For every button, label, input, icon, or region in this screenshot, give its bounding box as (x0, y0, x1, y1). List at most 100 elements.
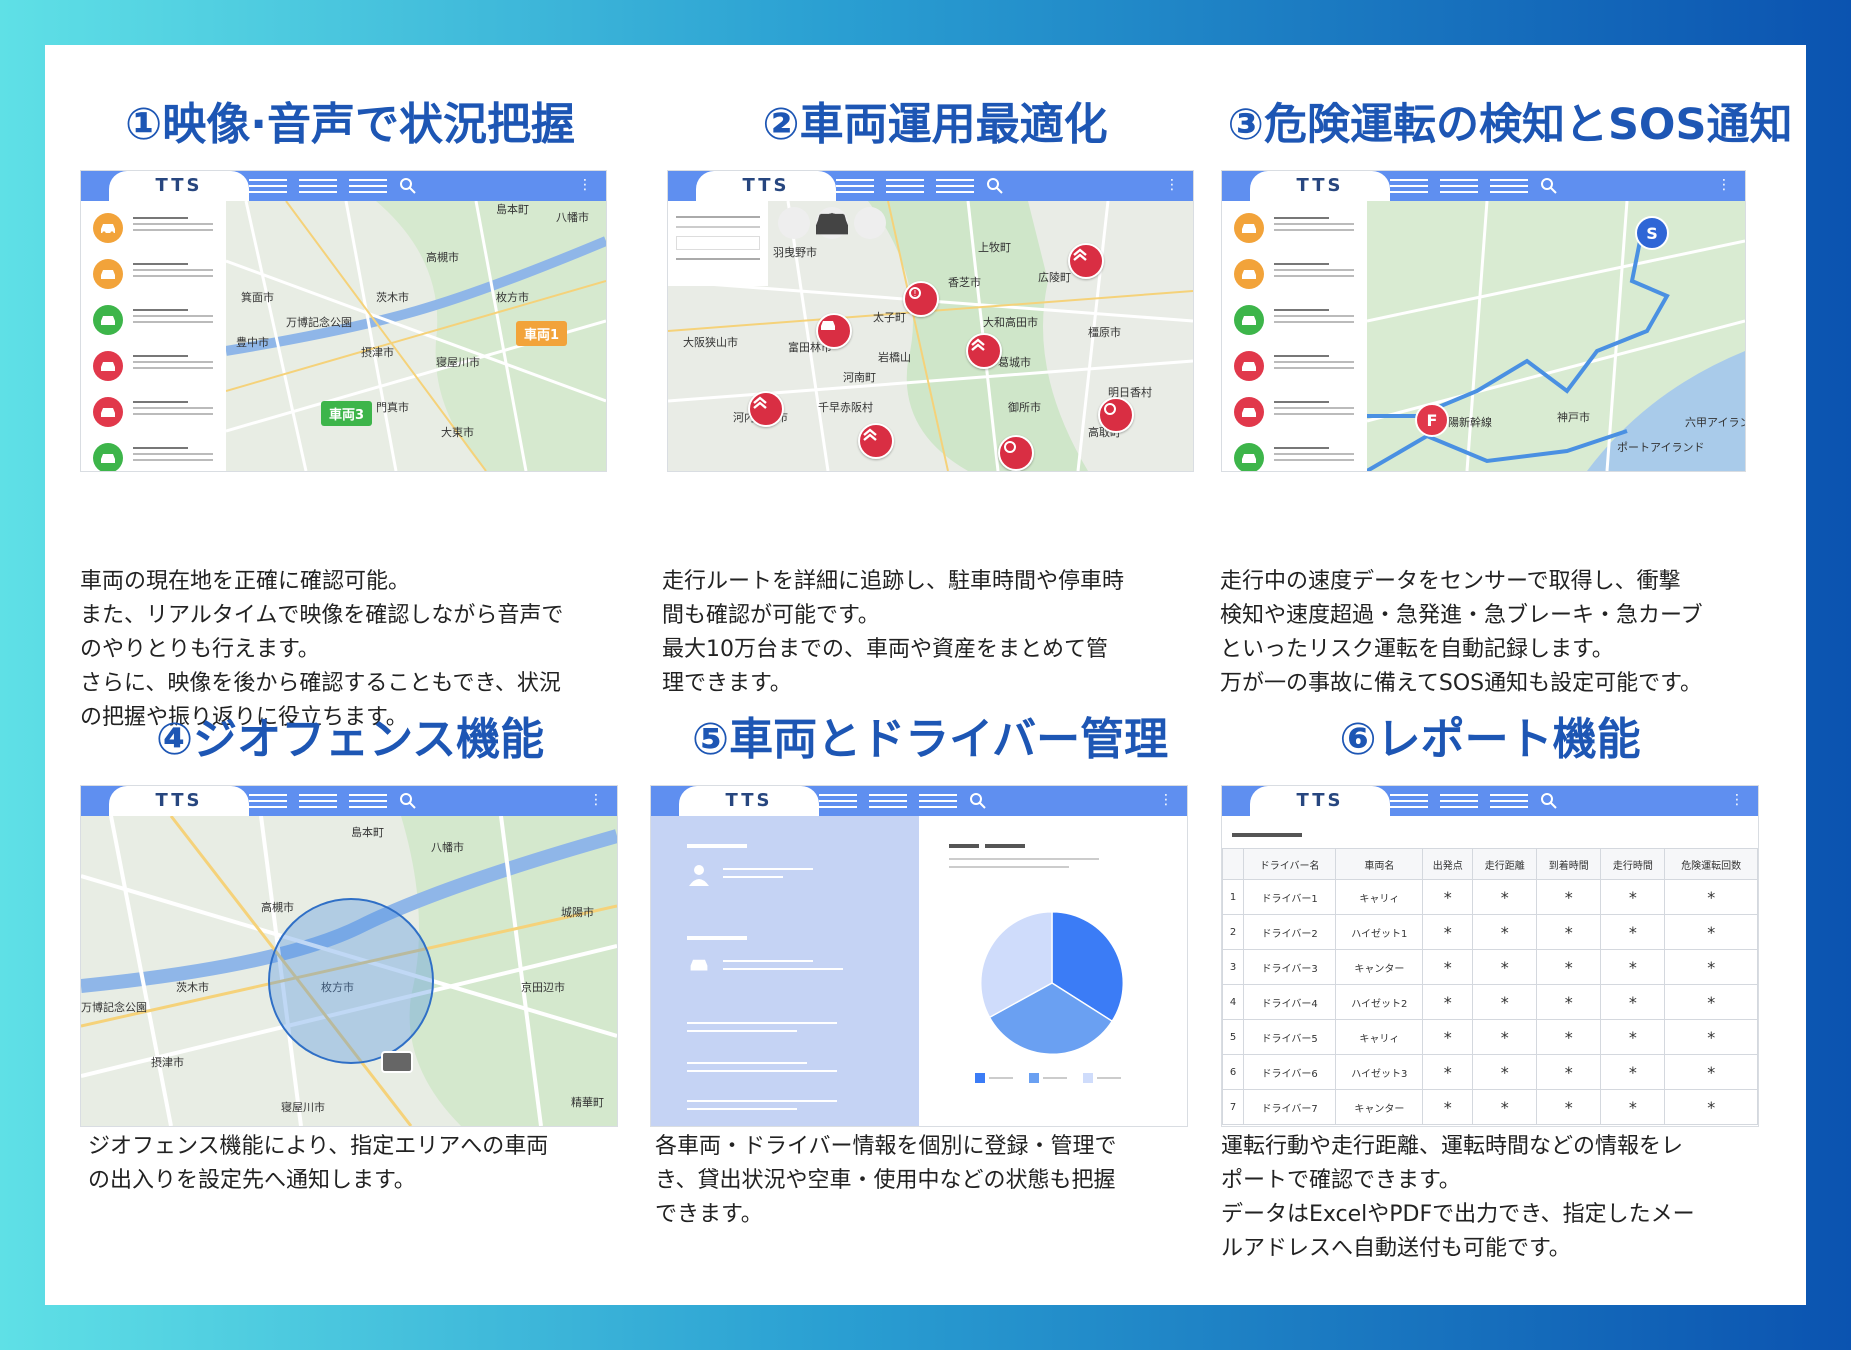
map-filter-buttons (778, 207, 886, 239)
column-header[interactable]: 到着時間 (1536, 848, 1602, 880)
value-cell: * (1536, 879, 1602, 915)
search-icon[interactable] (1540, 792, 1557, 809)
more-icon[interactable]: ⋮ (1165, 177, 1179, 193)
more-icon[interactable]: ⋮ (1159, 792, 1173, 808)
row-number: 6 (1222, 1054, 1244, 1090)
car-icon[interactable] (1234, 213, 1264, 243)
feature-4-screenshot: TTS ⋮ 島本町 八幡市 高槻市 枚方市 茨木市 (80, 785, 618, 1127)
acceleration-pin[interactable] (1068, 243, 1104, 279)
map[interactable]: 島本町 八幡市 高槻市 枚方市 茨木市 京田辺市 城陽市 万博記念公園 摂津市 … (81, 816, 617, 1126)
search-icon[interactable] (1540, 177, 1557, 194)
search-icon[interactable] (399, 792, 416, 809)
menu-icon[interactable] (299, 794, 337, 808)
value-cell: * (1664, 1054, 1758, 1090)
car-icon[interactable] (93, 213, 123, 243)
menu-icon[interactable] (886, 179, 924, 193)
menu-icon[interactable] (249, 179, 287, 193)
menu-icon[interactable] (1490, 794, 1528, 808)
row-number: 4 (1222, 984, 1244, 1020)
vehicle-name-cell: キャンター (1335, 1089, 1424, 1125)
menu-icon[interactable] (1390, 794, 1428, 808)
menu-icon[interactable] (1490, 179, 1528, 193)
menu-icon[interactable] (819, 794, 857, 808)
feature-4-title: ④ジオフェンス機能 (155, 714, 545, 765)
table-row[interactable]: 1 ドライバー1 キャリィ * * * * * (1222, 879, 1758, 915)
column-header[interactable]: 車両名 (1335, 848, 1424, 880)
svg-text:香芝市: 香芝市 (948, 275, 981, 289)
table-row[interactable]: 6 ドライバー6 ハイゼット3 * * * * * (1222, 1054, 1758, 1090)
table-row[interactable]: 5 ドライバー5 キャリィ * * * * * (1222, 1019, 1758, 1055)
brake-pin[interactable] (998, 435, 1034, 471)
column-header[interactable]: 走行距離 (1472, 848, 1538, 880)
car-icon[interactable] (93, 305, 123, 335)
menu-icon[interactable] (1390, 179, 1428, 193)
menu-icon[interactable] (869, 794, 907, 808)
sos-start-pin[interactable]: S (1635, 216, 1669, 250)
brake-pin[interactable] (1098, 397, 1134, 433)
svg-text:御所市: 御所市 (1008, 400, 1041, 414)
car-icon[interactable] (1234, 397, 1264, 427)
table-row[interactable]: 7 ドライバー7 キャンター * * * * * (1222, 1089, 1758, 1125)
value-cell: * (1600, 914, 1666, 950)
value-cell: * (1664, 984, 1758, 1020)
menu-icon[interactable] (349, 179, 387, 193)
more-icon[interactable]: ⋮ (578, 177, 592, 193)
car-pin[interactable] (816, 313, 852, 349)
car-icon[interactable] (816, 207, 886, 239)
more-icon[interactable]: ⋮ (1730, 792, 1744, 808)
menu-icon[interactable] (349, 794, 387, 808)
search-icon[interactable] (986, 177, 1003, 194)
svg-text:島本町: 島本町 (496, 202, 529, 216)
svg-text:茨木市: 茨木市 (176, 980, 209, 994)
brake-pin[interactable]: ! (903, 281, 939, 317)
menu-icon[interactable] (1440, 179, 1478, 193)
car-icon[interactable] (1234, 305, 1264, 335)
search-icon[interactable] (399, 177, 416, 194)
search-icon[interactable] (969, 792, 986, 809)
menu-icon[interactable] (1440, 794, 1478, 808)
menu-icon[interactable] (936, 179, 974, 193)
feature-5-screenshot: TTS ⋮ (650, 785, 1188, 1127)
tts-logo: TTS (1250, 786, 1390, 816)
car-icon[interactable] (93, 351, 123, 381)
car-icon[interactable] (93, 259, 123, 289)
table-row[interactable]: 3 ドライバー3 キャンター * * * * * (1222, 949, 1758, 985)
map[interactable]: 羽曳野市 上牧町 広陵町 香芝市 太子町 大和高田市 大阪狭山市 富田林市 河南… (668, 201, 1193, 471)
car-icon[interactable] (1234, 351, 1264, 381)
map[interactable]: 神戸市 六甲アイランド ポートアイランド 山陽新幹線 S F (1367, 201, 1745, 471)
topbar: TTS ⋮ (1222, 786, 1758, 816)
more-icon[interactable]: ⋮ (589, 792, 603, 808)
more-icon[interactable]: ⋮ (1717, 177, 1731, 193)
column-header[interactable]: 出発点 (1422, 848, 1474, 880)
acceleration-pin[interactable] (748, 391, 784, 427)
vehicle-tag[interactable]: 車両3 (321, 401, 373, 426)
menu-icon[interactable] (919, 794, 957, 808)
column-header[interactable]: ドライバー名 (1242, 848, 1337, 880)
car-icon[interactable] (1234, 443, 1264, 471)
car-icon[interactable] (1234, 259, 1264, 289)
driver-name-cell: ドライバー7 (1242, 1089, 1337, 1125)
feature-6-screenshot: TTS ⋮ ドライバー名 車両名 出発点 走行距離 到着時間 走行時間 危険運転… (1221, 785, 1759, 1127)
acceleration-pin[interactable] (858, 423, 894, 459)
vehicle-tag[interactable]: 車両1 (516, 321, 568, 346)
map[interactable]: 高槻市 枚方市 茨木市 豊中市 寝屋川市 摂津市 箕面市 大東市 八幡市 島本町… (226, 201, 606, 471)
column-header[interactable]: 危険運転回数 (1664, 848, 1758, 880)
vehicle-marker[interactable] (381, 1051, 413, 1073)
svg-text:ポートアイランド: ポートアイランド (1617, 441, 1704, 454)
value-cell: * (1600, 879, 1666, 915)
menu-icon[interactable] (249, 794, 287, 808)
user-icon (687, 862, 711, 890)
value-cell: * (1600, 984, 1666, 1020)
tts-logo: TTS (109, 171, 249, 201)
car-icon[interactable] (93, 397, 123, 427)
finish-pin[interactable]: F (1415, 403, 1449, 437)
acceleration-pin[interactable] (966, 333, 1002, 369)
svg-text:枚方市: 枚方市 (496, 290, 529, 304)
column-header[interactable]: 走行時間 (1600, 848, 1666, 880)
table-row[interactable]: 2 ドライバー2 ハイゼット1 * * * * * (1222, 914, 1758, 950)
svg-text:高槻市: 高槻市 (261, 900, 294, 914)
menu-icon[interactable] (836, 179, 874, 193)
table-row[interactable]: 4 ドライバー4 ハイゼット2 * * * * * (1222, 984, 1758, 1020)
car-icon[interactable] (93, 443, 123, 471)
menu-icon[interactable] (299, 179, 337, 193)
